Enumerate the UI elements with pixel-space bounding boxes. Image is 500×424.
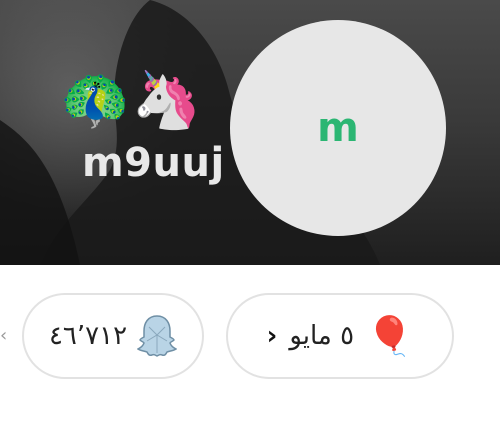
unicorn-emoji: 🦄 (131, 68, 202, 133)
avatar[interactable]: m (230, 20, 446, 236)
snap-score-value: ٤٦٬٧١٢ (48, 321, 128, 351)
balloon-icon: 🎈 (366, 314, 414, 358)
birthday-pill[interactable]: › ٥ مايو 🎈 (226, 293, 454, 379)
profile-header: 🦚 🦄 m9uuj m (0, 0, 500, 265)
edge-fragment: ‹ (0, 325, 8, 346)
profile-emojis: 🦚 🦄 (60, 66, 201, 136)
peacock-emoji: 🦚 (60, 68, 130, 133)
username: m9uuj (82, 140, 225, 186)
ghost-icon (136, 313, 178, 359)
birthday-date: ٥ مايو (289, 321, 355, 351)
chevron-left-icon: › (266, 321, 278, 351)
avatar-letter: m (317, 105, 359, 151)
snap-score-pill[interactable]: ٤٦٬٧١٢ (22, 293, 204, 379)
